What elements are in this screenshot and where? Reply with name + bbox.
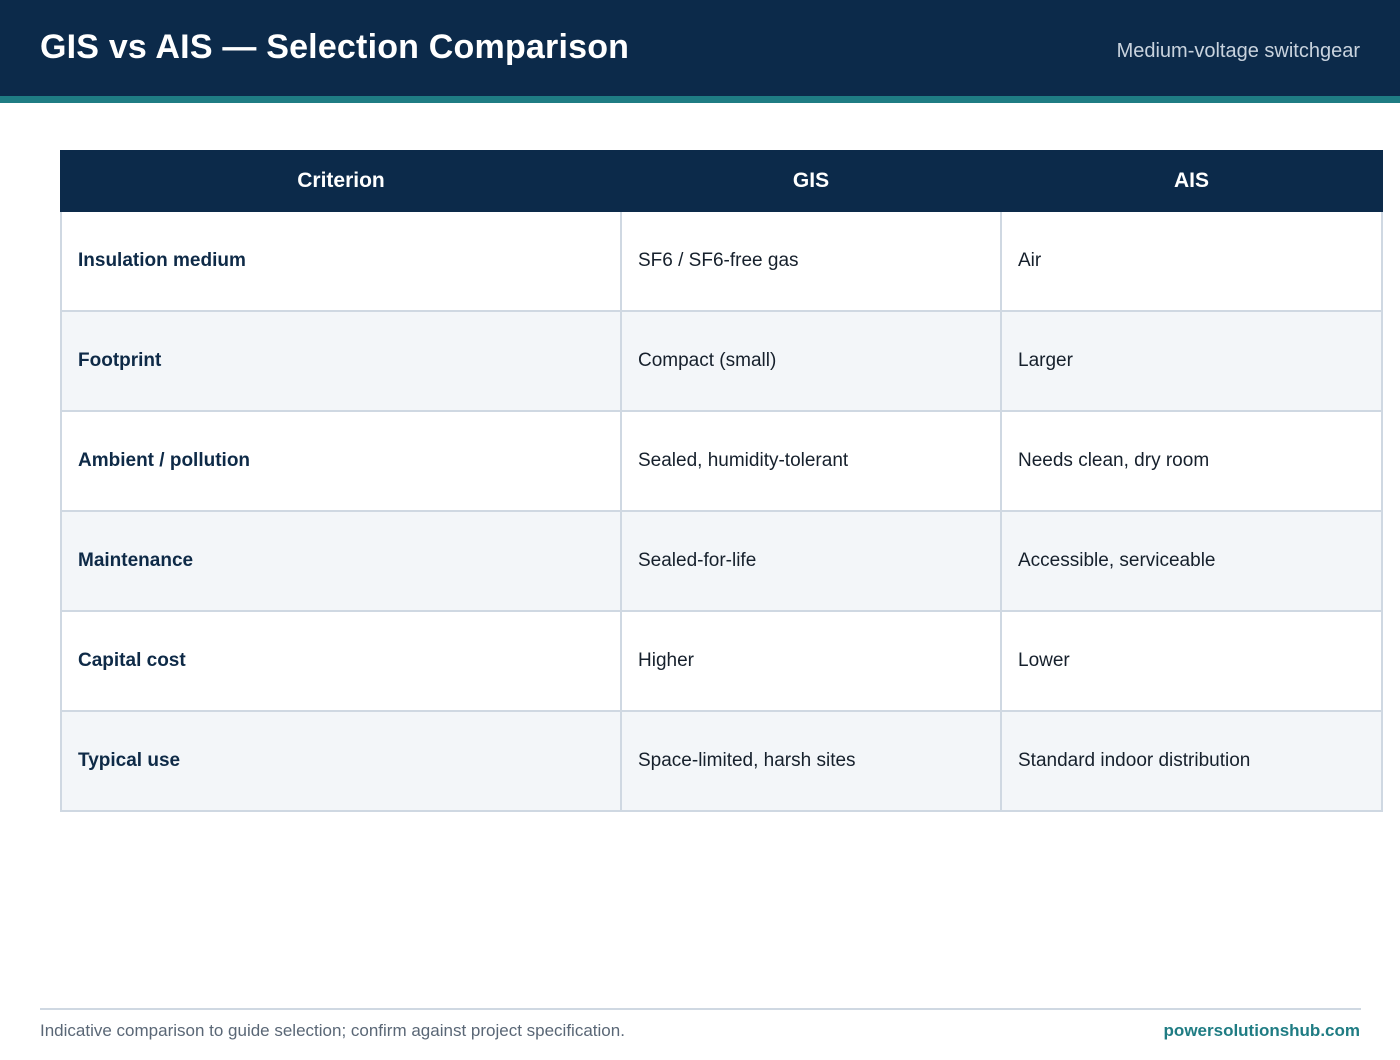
table-row: Footprint Compact (small) Larger bbox=[60, 310, 1383, 412]
criterion-cell: Typical use bbox=[60, 710, 622, 812]
criterion-cell: Footprint bbox=[60, 310, 622, 412]
footer-divider bbox=[40, 1008, 1361, 1010]
ais-cell: Standard indoor distribution bbox=[1000, 710, 1383, 812]
gis-cell: Sealed-for-life bbox=[620, 510, 1002, 612]
gis-cell: SF6 / SF6-free gas bbox=[620, 210, 1002, 312]
criterion-cell: Capital cost bbox=[60, 610, 622, 712]
gis-cell: Sealed, humidity-tolerant bbox=[620, 410, 1002, 512]
table-body: Insulation medium SF6 / SF6-free gas Air… bbox=[60, 210, 1383, 812]
gis-cell: Space-limited, harsh sites bbox=[620, 710, 1002, 812]
table-row: Maintenance Sealed-for-life Accessible, … bbox=[60, 510, 1383, 612]
gis-cell: Compact (small) bbox=[620, 310, 1002, 412]
column-header-criterion: Criterion bbox=[60, 150, 622, 212]
column-header-gis: GIS bbox=[620, 150, 1002, 212]
page-header: GIS vs AIS — Selection Comparison Medium… bbox=[0, 0, 1400, 96]
criterion-cell: Insulation medium bbox=[60, 210, 622, 312]
comparison-table: Criterion GIS AIS Insulation medium SF6 … bbox=[60, 150, 1383, 812]
page-subtitle: Medium-voltage switchgear bbox=[1116, 40, 1360, 62]
table-row: Capital cost Higher Lower bbox=[60, 610, 1383, 712]
ais-cell: Lower bbox=[1000, 610, 1383, 712]
criterion-cell: Maintenance bbox=[60, 510, 622, 612]
ais-cell: Needs clean, dry room bbox=[1000, 410, 1383, 512]
ais-cell: Larger bbox=[1000, 310, 1383, 412]
table-header: Criterion GIS AIS bbox=[60, 150, 1383, 212]
table-header-row: Criterion GIS AIS bbox=[60, 150, 1383, 212]
table-row: Typical use Space-limited, harsh sites S… bbox=[60, 710, 1383, 812]
ais-cell: Accessible, serviceable bbox=[1000, 510, 1383, 612]
ais-cell: Air bbox=[1000, 210, 1383, 312]
header-accent-bar bbox=[0, 96, 1400, 103]
criterion-cell: Ambient / pollution bbox=[60, 410, 622, 512]
table-row: Insulation medium SF6 / SF6-free gas Air bbox=[60, 210, 1383, 312]
table-row: Ambient / pollution Sealed, humidity-tol… bbox=[60, 410, 1383, 512]
column-header-ais: AIS bbox=[1000, 150, 1383, 212]
gis-cell: Higher bbox=[620, 610, 1002, 712]
footer-brand-link[interactable]: powersolutionshub.com bbox=[1164, 1021, 1360, 1041]
footer-note: Indicative comparison to guide selection… bbox=[40, 1021, 625, 1040]
page-title: GIS vs AIS — Selection Comparison bbox=[40, 28, 630, 66]
